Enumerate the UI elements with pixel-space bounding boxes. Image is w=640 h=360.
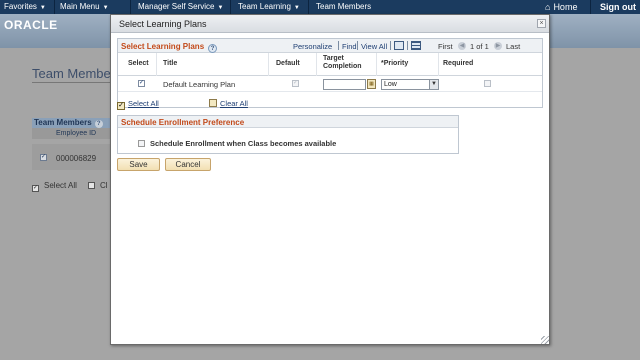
divider (590, 0, 591, 14)
divider (54, 0, 55, 14)
checkbox-checked-icon: ✓ (32, 185, 39, 192)
help-icon: ? (94, 120, 103, 128)
modal-titlebar[interactable]: Select Learning Plans × (111, 15, 549, 33)
divider (32, 82, 112, 83)
divider (268, 53, 269, 76)
column-header-required: Required (443, 60, 474, 67)
row-checkbox[interactable]: ✓ (40, 154, 47, 161)
first-label: First (438, 42, 453, 51)
column-header-target-completion: Target Completion (323, 55, 362, 70)
prev-arrow-icon[interactable]: ◀ (458, 42, 466, 50)
calendar-icon[interactable]: ▦ (367, 79, 376, 89)
checkbox-checked-icon: ✓ (117, 102, 125, 110)
column-header-default: Default (276, 60, 300, 67)
divider (130, 0, 131, 14)
target-completion-input[interactable] (323, 79, 366, 90)
find-link[interactable]: Find (342, 42, 357, 51)
cancel-button[interactable]: Cancel (165, 158, 211, 171)
save-button[interactable]: Save (117, 158, 160, 171)
modal-title: Select Learning Plans (119, 19, 207, 29)
resize-grip-icon[interactable] (541, 336, 549, 344)
menu-favorites[interactable]: Favorites ▼ (4, 2, 46, 11)
column-header-title: Title (163, 60, 178, 67)
home-icon: ⌂ (545, 2, 551, 12)
clear-all-link[interactable]: Clear All (220, 99, 248, 108)
row-required-checkbox (484, 80, 491, 87)
chevron-down-icon: ▼ (293, 5, 300, 11)
divider (357, 41, 358, 50)
personalize-link[interactable]: Personalize (293, 42, 332, 51)
grid-header: Select Learning Plans? Personalize Find … (118, 39, 542, 53)
home-link[interactable]: ⌂ Home (545, 2, 577, 12)
divider (156, 53, 157, 76)
preference-header: Schedule Enrollment Preference (118, 116, 458, 128)
last-label: Last (506, 42, 521, 51)
menu-manager-self-service[interactable]: Manager Self Service ▼ (138, 2, 223, 11)
grid-column-headers: Select Title Default Target Completion *P… (118, 53, 542, 76)
enrollment-preference-section: Schedule Enrollment Preference Schedule … (117, 115, 459, 154)
divider (376, 53, 377, 76)
view-all-link[interactable]: View All (361, 42, 387, 51)
divider (316, 53, 317, 76)
background-clear-all[interactable]: Cl (88, 181, 108, 190)
divider (438, 53, 439, 76)
column-header-priority: *Priority (381, 60, 409, 67)
divider (338, 41, 339, 50)
clear-all-control[interactable]: Clear All (209, 99, 248, 108)
row-select-checkbox[interactable]: ✓ (138, 80, 145, 87)
divider (407, 41, 408, 50)
chevron-down-icon: ▼ (39, 5, 46, 11)
divider (230, 0, 231, 14)
chevron-down-icon: ▼ (429, 80, 438, 89)
schedule-enrollment-checkbox[interactable] (138, 140, 145, 147)
priority-select[interactable]: Low ▼ (381, 79, 439, 90)
team-members-grid-header: Team Members? (32, 118, 110, 128)
learning-plans-grid: Select Learning Plans? Personalize Find … (117, 38, 543, 108)
table-row: ✓ 000006829 (32, 144, 110, 170)
checkbox-empty-icon (88, 182, 95, 189)
oracle-logo: ORACLE (4, 18, 58, 32)
table-row: ✓ Default Learning Plan ✓ ▦ Low ▼ (118, 76, 542, 92)
column-header-select: Select (128, 60, 149, 67)
help-icon[interactable]: ? (208, 44, 218, 53)
divider (390, 41, 391, 50)
top-nav-bar: Favorites ▼ Main Menu ▼ Manager Self Servi… (0, 0, 640, 14)
menu-team-learning[interactable]: Team Learning ▼ (238, 2, 300, 11)
close-icon[interactable]: × (537, 19, 546, 28)
select-learning-plans-modal: Select Learning Plans × Select Learning … (110, 14, 550, 345)
checkbox-empty-icon (209, 99, 217, 107)
chevron-down-icon: ▼ (217, 5, 224, 11)
column-header-employee-id: Employee ID (32, 128, 110, 139)
menu-main[interactable]: Main Menu ▼ (60, 2, 109, 11)
row-default-checkbox: ✓ (292, 80, 299, 87)
signout-link[interactable]: Sign out (600, 2, 636, 12)
background-select-all[interactable]: ✓ Select All (32, 181, 77, 192)
employee-id-cell: 000006829 (56, 154, 97, 163)
select-all-control[interactable]: ✓ Select All (117, 99, 159, 110)
schedule-enrollment-option[interactable]: Schedule Enrollment when Class becomes a… (138, 139, 336, 148)
divider (308, 0, 309, 14)
next-arrow-icon[interactable]: ▶ (494, 42, 502, 50)
download-grid-icon[interactable] (411, 41, 421, 50)
plan-title-cell: Default Learning Plan (163, 80, 236, 89)
page-title: Team Members (32, 66, 122, 81)
zoom-grid-icon[interactable] (394, 41, 404, 50)
grid-title: Select Learning Plans? (121, 42, 218, 53)
chevron-down-icon: ▼ (102, 5, 109, 11)
select-all-link[interactable]: Select All (128, 99, 159, 108)
menu-team-members[interactable]: Team Members (316, 2, 371, 11)
page-info: 1 of 1 (470, 42, 489, 51)
